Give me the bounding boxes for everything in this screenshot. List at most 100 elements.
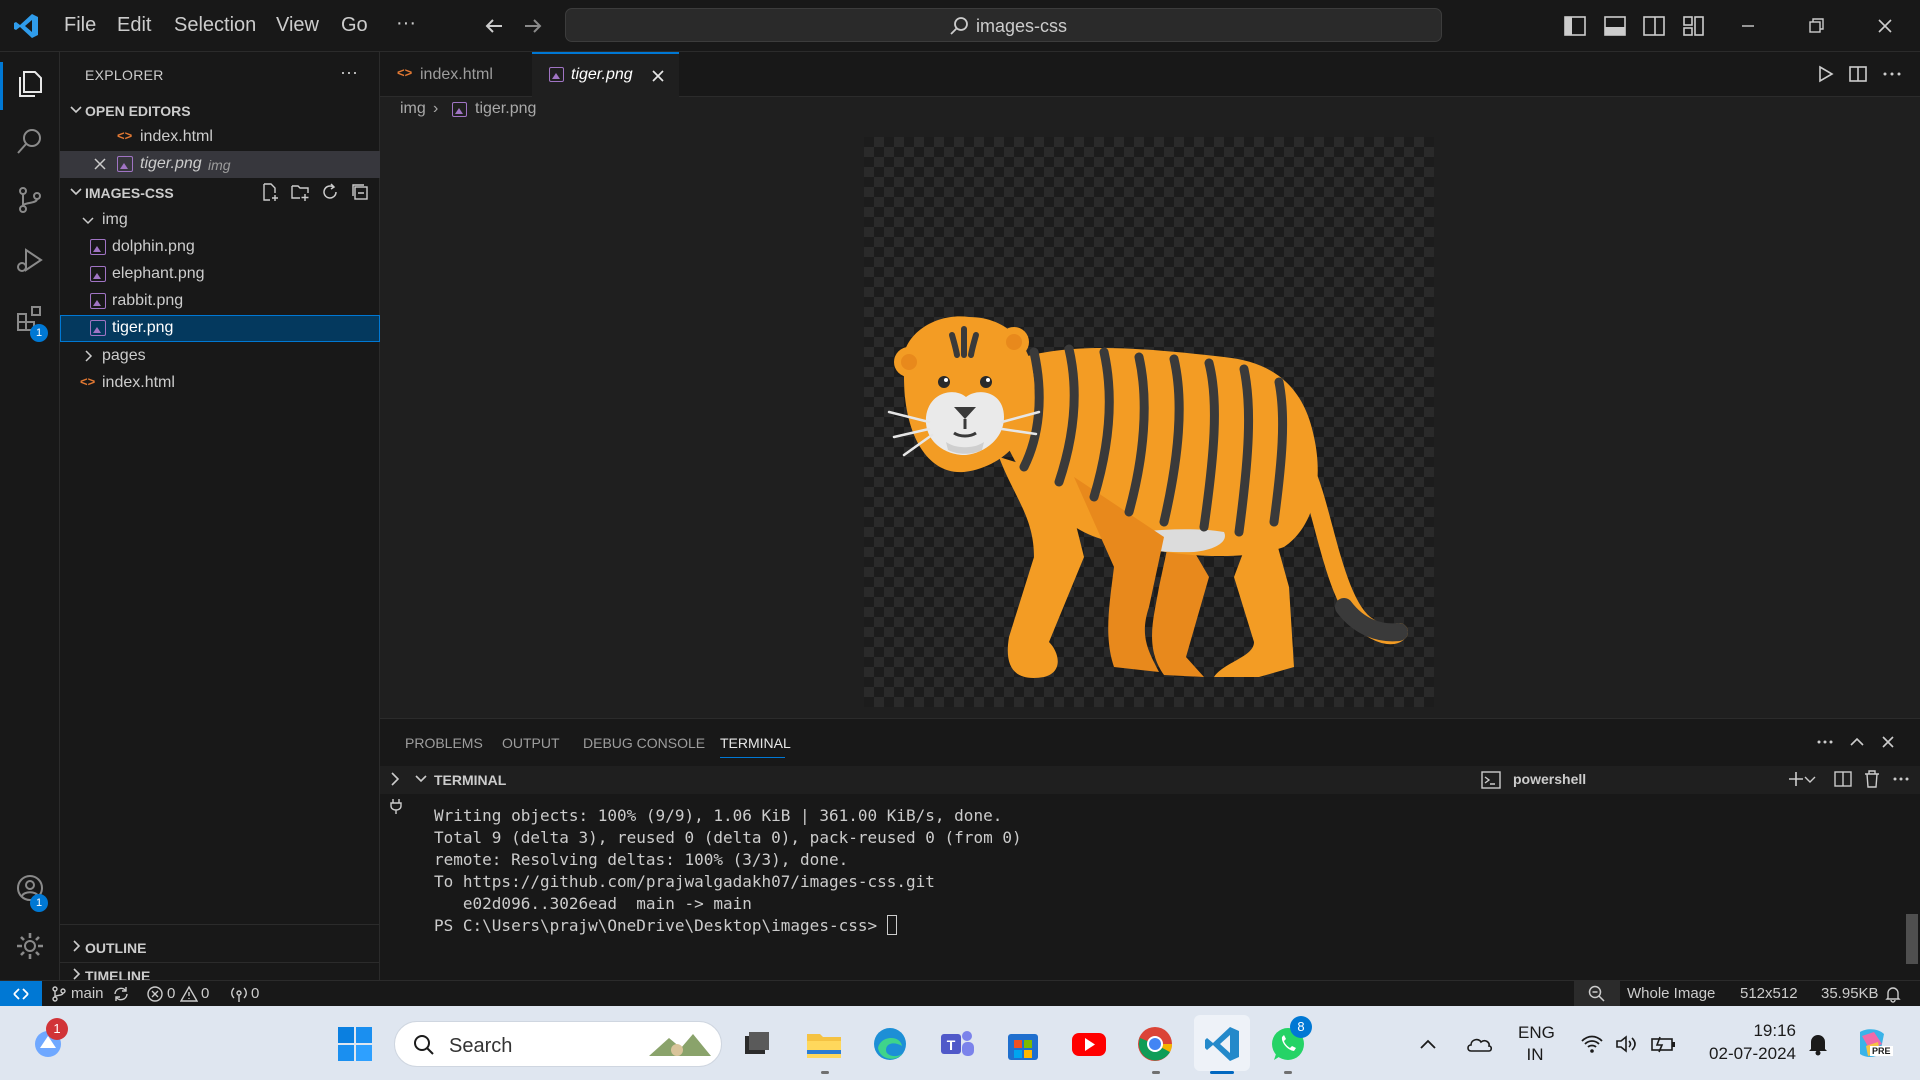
source-control-icon[interactable] — [14, 184, 46, 216]
breadcrumb-file[interactable]: tiger.png — [475, 100, 536, 118]
split-terminal-icon[interactable] — [1832, 768, 1854, 790]
clock-time[interactable]: 19:16 — [1700, 1021, 1796, 1041]
tab-debug-console[interactable]: DEBUG CONSOLE — [583, 735, 705, 751]
plug-icon[interactable] — [387, 797, 405, 815]
close-icon[interactable] — [92, 156, 108, 172]
more-actions-icon[interactable] — [1880, 62, 1904, 86]
close-window-icon[interactable] — [1872, 13, 1898, 39]
menu-go[interactable]: Go — [341, 14, 368, 37]
windows-start-icon[interactable] — [335, 1024, 375, 1064]
arrow-left-icon[interactable] — [480, 12, 508, 40]
customize-layout-icon[interactable] — [1681, 13, 1707, 39]
split-editor-icon[interactable] — [1846, 62, 1870, 86]
battery-icon[interactable] — [1650, 1034, 1678, 1054]
toggle-panel-icon[interactable] — [1602, 13, 1628, 39]
explorer-more-actions[interactable]: ··· — [340, 62, 358, 83]
teams-icon[interactable]: T — [937, 1024, 977, 1064]
more-actions-icon[interactable] — [1890, 768, 1912, 790]
open-editors-header[interactable]: OPEN EDITORS — [60, 98, 379, 124]
tab-terminal[interactable]: TERMINAL — [720, 735, 791, 751]
chevron-right-icon[interactable] — [386, 770, 404, 788]
chrome-icon[interactable] — [1135, 1024, 1175, 1064]
ports-icon[interactable] — [230, 985, 248, 1003]
clock-date[interactable]: 02-07-2024 — [1696, 1044, 1796, 1064]
ports-count[interactable]: 0 — [251, 985, 259, 1002]
youtube-icon[interactable] — [1069, 1024, 1109, 1064]
warning-icon[interactable] — [180, 985, 198, 1003]
wifi-icon[interactable] — [1580, 1034, 1604, 1054]
taskbar-search[interactable]: Search — [394, 1021, 722, 1067]
menu-view[interactable]: View — [276, 14, 319, 37]
open-editor-item[interactable]: tiger.png img — [60, 151, 380, 178]
file-item[interactable]: dolphin.png — [60, 234, 380, 261]
run-icon[interactable] — [1813, 62, 1837, 86]
tab-index-html[interactable]: <> index.html — [380, 52, 532, 97]
gear-icon[interactable] — [14, 930, 46, 962]
breadcrumb-folder[interactable]: img — [400, 100, 426, 118]
store-icon[interactable] — [1003, 1024, 1043, 1064]
collapse-all-icon[interactable] — [350, 182, 370, 202]
workspace-header[interactable]: IMAGES-CSS — [60, 180, 379, 206]
chevron-up-icon[interactable] — [1418, 1037, 1438, 1051]
tab-tiger-png[interactable]: tiger.png — [532, 52, 679, 97]
image-preview[interactable] — [864, 137, 1434, 707]
sync-icon[interactable] — [112, 985, 130, 1003]
terminal-scrollbar[interactable] — [1906, 914, 1918, 964]
refresh-icon[interactable] — [320, 182, 340, 202]
explorer-files-icon[interactable] — [14, 68, 46, 100]
toggle-secondary-sidebar-icon[interactable] — [1641, 13, 1667, 39]
more-actions-icon[interactable] — [1814, 731, 1836, 753]
file-label: index.html — [102, 374, 175, 391]
zoom-mode[interactable]: Whole Image — [1627, 985, 1715, 1002]
minimize-icon[interactable] — [1735, 13, 1761, 39]
language-bottom[interactable]: IN — [1518, 1045, 1552, 1065]
notification-bell-icon[interactable] — [1807, 1032, 1829, 1056]
error-icon[interactable] — [146, 985, 164, 1003]
menu-more[interactable]: ··· — [396, 12, 416, 35]
file-explorer-icon[interactable] — [804, 1024, 844, 1064]
file-item-selected[interactable]: tiger.png — [60, 315, 380, 342]
command-center-search[interactable]: images-css — [565, 8, 1442, 42]
file-item[interactable]: rabbit.png — [60, 288, 380, 315]
toggle-primary-sidebar-icon[interactable] — [1562, 13, 1588, 39]
chevron-up-icon[interactable] — [1846, 731, 1868, 753]
task-view-icon[interactable] — [737, 1024, 777, 1064]
close-icon[interactable] — [649, 67, 667, 85]
arrow-right-icon[interactable] — [519, 12, 547, 40]
trash-icon[interactable] — [1861, 768, 1883, 790]
vscode-taskbar-icon[interactable] — [1202, 1024, 1242, 1064]
onedrive-icon[interactable] — [1465, 1033, 1493, 1055]
new-folder-icon[interactable] — [290, 182, 310, 202]
file-item[interactable]: <> index.html — [60, 370, 380, 397]
chevron-down-icon[interactable] — [1803, 768, 1817, 790]
warning-count[interactable]: 0 — [201, 985, 209, 1002]
menu-file[interactable]: File — [64, 14, 96, 37]
open-editor-item[interactable]: <> index.html — [60, 124, 380, 151]
search-icon[interactable] — [14, 126, 46, 158]
tab-output[interactable]: OUTPUT — [502, 735, 560, 751]
menu-selection[interactable]: Selection — [174, 14, 256, 37]
error-count[interactable]: 0 — [167, 985, 175, 1002]
outline-header[interactable]: OUTLINE — [60, 935, 379, 961]
remote-indicator[interactable] — [0, 981, 42, 1007]
bell-icon[interactable] — [1884, 985, 1902, 1003]
new-file-icon[interactable] — [260, 182, 280, 202]
restore-icon[interactable] — [1803, 13, 1829, 39]
volume-icon[interactable] — [1614, 1034, 1640, 1054]
chevron-right-icon — [73, 940, 81, 952]
chevron-down-icon[interactable] — [413, 771, 429, 787]
edge-icon[interactable] — [870, 1024, 910, 1064]
zoom-button[interactable] — [1574, 981, 1620, 1007]
folder-pages[interactable]: pages — [60, 343, 380, 370]
folder-img[interactable]: img — [60, 207, 380, 234]
copilot-icon[interactable] — [1852, 1026, 1892, 1062]
close-panel-icon[interactable] — [1877, 731, 1899, 753]
terminal-profile[interactable]: powershell — [1513, 771, 1586, 787]
file-item[interactable]: elephant.png — [60, 261, 380, 288]
run-debug-icon[interactable] — [14, 244, 46, 276]
terminal-output[interactable]: Writing objects: 100% (9/9), 1.06 KiB | … — [434, 805, 1022, 937]
tab-problems[interactable]: PROBLEMS — [405, 735, 483, 751]
branch-name[interactable]: main — [71, 985, 104, 1002]
menu-edit[interactable]: Edit — [117, 14, 151, 37]
language-top[interactable]: ENG — [1518, 1023, 1555, 1043]
